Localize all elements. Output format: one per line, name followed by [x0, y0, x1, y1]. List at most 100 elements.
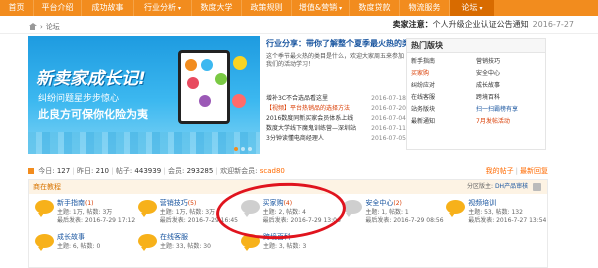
nav-item[interactable]: 首页 — [0, 0, 34, 16]
board-name-text: 在线客服 — [160, 233, 188, 241]
hot-board-link[interactable]: 站务版块 — [411, 105, 476, 114]
news-title[interactable]: 数度大学线下魔鬼训练营—深圳站 — [266, 124, 356, 134]
nav-item-label: 数度大学 — [200, 3, 233, 12]
nav-item-label: 成功故事 — [91, 3, 124, 12]
hot-board-link[interactable]: 跨境百科 — [476, 93, 541, 102]
collapse-icon[interactable] — [533, 182, 541, 191]
nav-item[interactable]: 物流服务 — [400, 0, 450, 16]
forum-board[interactable]: 成长故事 主题: 6, 帖数: 0 — [33, 228, 136, 262]
news-item[interactable]: 增补3C不合选品看这里 2016-07-18 — [266, 94, 406, 104]
today-label: 今日: — [38, 167, 55, 175]
news-item[interactable]: 3分钟读懂电商经理人 2016-07-05 — [266, 134, 406, 144]
chat-bubble-icon — [35, 234, 54, 251]
latest-reply-link[interactable]: 最新回复 — [520, 167, 548, 175]
promo-banner[interactable]: 新卖家成长记! 纠纷问题星步步惊心 此良方可保你化险为夷 — [28, 36, 260, 154]
board-stats: 主题: 3, 帖数: 3 — [263, 243, 307, 250]
nav-item[interactable]: 平台介绍 — [34, 0, 82, 16]
app-icon — [187, 77, 199, 89]
last-post-time[interactable]: 最后发表: 2016-7-29 17:12 — [57, 215, 135, 224]
nav-item[interactable]: 政策规则 — [242, 0, 292, 16]
hot-board-link[interactable]: 扫一扫霸榜有享 — [476, 105, 541, 114]
moderator-info: 分区版主: DH产品审核 — [467, 180, 541, 194]
breadcrumb: › 论坛 — [28, 22, 60, 32]
board-name-text: 买家购 — [262, 199, 284, 207]
carousel-dot[interactable] — [241, 147, 245, 151]
news-item[interactable]: 数度大学线下魔鬼训练营—深圳站 2016-07-11 — [266, 124, 406, 134]
nav-item-label: 政策规则 — [250, 3, 283, 12]
hot-board-link[interactable]: 最新通知 — [411, 117, 476, 126]
stats-icon — [28, 168, 34, 174]
banner-title: 新卖家成长记! — [36, 69, 146, 89]
chevron-down-icon: ▾ — [339, 5, 343, 12]
nav-item-label: 首页 — [8, 3, 25, 12]
board-name-text: 跨境百科 — [263, 233, 291, 241]
moderator-label: 分区版主: — [466, 183, 494, 190]
news-date: 2016-07-04 — [371, 115, 406, 122]
board-row: 新手指南(1) 主题: 1万, 帖数: 3万 最后发表: 2016-7-29 17:… — [29, 194, 547, 228]
breadcrumb-separator: › — [40, 23, 43, 31]
forum-board[interactable]: 营销技巧(5) 主题: 1万, 帖数: 3万 最后发表: 2016-7-29 16:… — [136, 194, 239, 228]
nav-item[interactable]: 成功故事 — [82, 0, 134, 16]
news-title[interactable]: 3分钟读懂电商经理人 — [266, 134, 324, 144]
notice-prefix: 卖家注意： — [392, 20, 433, 29]
divider — [0, 33, 598, 34]
chevron-down-icon: ▾ — [479, 5, 483, 12]
hot-board-link[interactable]: 营销技巧 — [476, 57, 541, 66]
chat-bubble-icon — [343, 200, 363, 217]
nav-item-label: 行业分析 — [143, 3, 176, 12]
forum-board[interactable]: 跨境百科主题: 3, 帖数: 3 — [239, 228, 342, 262]
carousel-dot[interactable] — [234, 147, 238, 151]
news-list: 增补3C不合选品看这里 2016-07-18 【视频】平台热销品的选择方法 2016-… — [266, 94, 406, 144]
forum-board[interactable]: 视频培训 主题: 53, 帖数: 132 最后发表: 2016-7-27 13:54 — [444, 194, 547, 228]
board-stats: 主题: 33, 帖数: 30 — [160, 243, 211, 250]
chat-bubble-icon — [138, 234, 157, 251]
hot-board-link[interactable]: 买家购 — [411, 69, 476, 78]
nav-item-label: 物流服务 — [408, 3, 441, 12]
nav-item[interactable]: 数度贷款 — [350, 0, 400, 16]
members-count: 293285 — [186, 167, 214, 175]
forum-board[interactable]: 在线客服主题: 33, 帖数: 30 — [136, 228, 239, 262]
forum-board[interactable]: 新手指南(1) 主题: 1万, 帖数: 3万 最后发表: 2016-7-29 17:… — [33, 194, 136, 228]
hot-board-link[interactable]: 在线客服 — [411, 93, 476, 102]
home-icon[interactable] — [28, 23, 37, 31]
last-post-time[interactable]: 最后发表: 2016-7-27 13:54 — [468, 215, 546, 224]
news-item[interactable]: 【视频】平台热销品的选择方法 2016-07-20 — [266, 104, 406, 114]
news-title[interactable]: 增补3C不合选品看这里 — [266, 94, 328, 104]
newest-member-link[interactable]: scad80 — [260, 167, 285, 175]
news-item[interactable]: 2016数度同新买家会员体系上线 2016-07-04 — [266, 114, 406, 124]
nav-item-label: 论坛 — [461, 3, 478, 12]
my-posts-link[interactable]: 我的帖子 — [486, 167, 514, 175]
last-post-time[interactable]: 最后发表: 2016-7-29 13:06 — [263, 215, 341, 224]
stats-links: 我的帖子 | 最新回复 — [485, 167, 548, 175]
members-label: 会员: — [167, 167, 185, 175]
hot-board-link[interactable]: 成长故事 — [476, 81, 541, 90]
nav-item[interactable]: 增值&营销 ▾ — [292, 0, 350, 16]
moderator-link[interactable]: DH产品审核 — [495, 183, 528, 190]
news-title[interactable]: 【视频】平台热销品的选择方法 — [266, 104, 350, 114]
app-icon — [185, 59, 197, 71]
forum-board[interactable]: 买家购(4) 主题: 2, 帖数: 4 最后发表: 2016-7-29 13:06 — [239, 194, 342, 228]
news-headline[interactable]: 行业分享：带你了解整个夏季最火热的类目 — [266, 38, 418, 50]
forum-board[interactable]: 安全中心(2) 主题: 1, 帖数: 1 最后发表: 2016-7-29 08:56 — [341, 194, 444, 228]
notice-link[interactable]: 卖家注意：个人升级企业认证公告通知 2016-7-27 — [393, 19, 574, 30]
hot-boards-grid: 新手指南 营销技巧 买家购 安全中心 纠纷应对 成长故事 在线客服 跨境百科 站务版块 扫一扫霸榜… — [407, 53, 545, 126]
news-title[interactable]: 2016数度同新买家会员体系上线 — [266, 114, 353, 124]
nav-item[interactable]: 数度大学 — [192, 0, 242, 16]
breadcrumb-current[interactable]: 论坛 — [46, 22, 60, 32]
top-nav: 首页 平台介绍 成功故事 行业分析 ▾ 数度大学 政策规则 增值&营销 ▾ 数度贷款 物流服务 论坛 ▾ — [0, 0, 598, 16]
section-title: 商在教程 — [33, 183, 61, 191]
last-post-time[interactable]: 最后发表: 2016-7-29 16:45 — [160, 215, 238, 224]
app-icon — [215, 73, 227, 85]
board-stats: 主题: 6, 帖数: 0 — [57, 243, 101, 250]
nav-item[interactable]: 论坛 ▾ — [450, 0, 494, 16]
new-post-count: (4) — [283, 200, 293, 207]
hot-board-link[interactable]: 安全中心 — [476, 69, 541, 78]
hot-board-link[interactable]: 纠纷应对 — [411, 81, 476, 90]
carousel-dot[interactable] — [248, 147, 252, 151]
hot-board-link[interactable]: 新手指南 — [411, 57, 476, 66]
heart-icon — [232, 94, 246, 108]
posts-count: 443939 — [134, 167, 162, 175]
last-post-time[interactable]: 最后发表: 2016-7-29 08:56 — [365, 215, 443, 224]
hot-board-link[interactable]: 7月发帖活动 — [476, 117, 541, 126]
nav-item[interactable]: 行业分析 ▾ — [134, 0, 192, 16]
